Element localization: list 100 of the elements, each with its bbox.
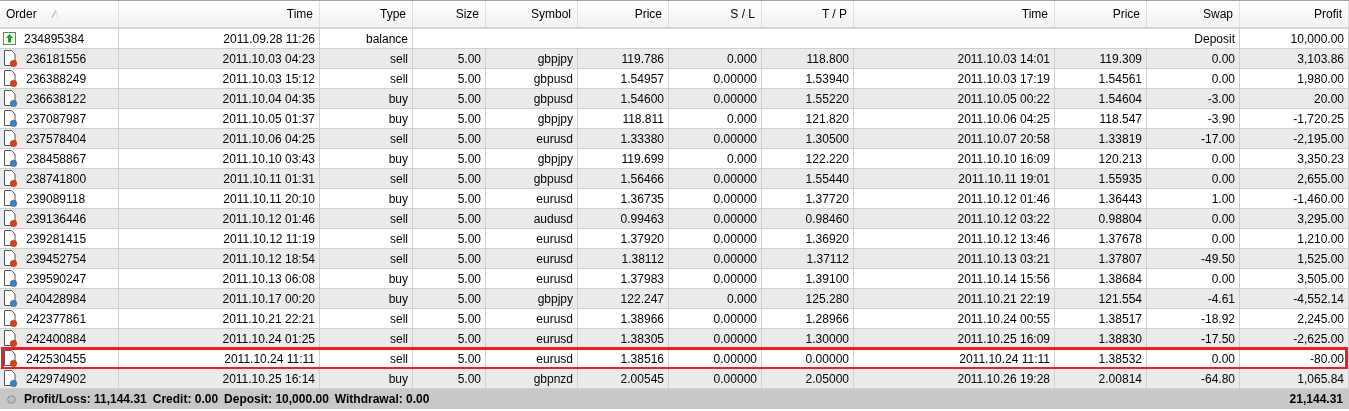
- summary-text: Withdrawal: 0.00: [334, 392, 430, 406]
- table-cell: sell: [320, 169, 413, 188]
- table-cell: 0.00: [1147, 49, 1240, 68]
- table-cell: 2011.10.04 04:35: [119, 89, 320, 108]
- order-number: 239136446: [26, 211, 87, 226]
- table-cell: sell: [320, 229, 413, 248]
- table-cell: 2011.10.13 03:21: [854, 249, 1055, 268]
- table-cell: eurusd: [486, 249, 578, 268]
- summary-text: Deposit: 10,000.00: [224, 392, 329, 406]
- column-header[interactable]: Price: [578, 1, 669, 27]
- column-header[interactable]: Price: [1055, 1, 1147, 27]
- table-cell: 2011.10.21 22:19: [854, 289, 1055, 308]
- table-cell: 1.36735: [578, 189, 669, 208]
- table-cell: sell: [320, 249, 413, 268]
- table-cell: gbpjpy: [486, 289, 578, 308]
- table-cell: 5.00: [413, 329, 486, 348]
- table-cell: buy: [320, 149, 413, 168]
- table-cell: gbpnzd: [486, 369, 578, 388]
- table-cell: 2011.10.24 11:11: [854, 349, 1055, 368]
- order-number: 239281415: [26, 231, 87, 246]
- table-cell: 0.000: [669, 149, 762, 168]
- table-cell: buy: [320, 89, 413, 108]
- table-cell: 0.000: [669, 49, 762, 68]
- table-cell: 2.00545: [578, 369, 669, 388]
- table-cell: -80.00: [1240, 349, 1349, 368]
- table-cell: 2011.10.13 06:08: [119, 269, 320, 288]
- table-cell: 0.00: [1147, 149, 1240, 168]
- table-cell: 5.00: [413, 149, 486, 168]
- table-cell: 1.33380: [578, 129, 669, 148]
- column-header[interactable]: T / P: [762, 1, 854, 27]
- order-number: 242974902: [26, 371, 87, 386]
- table-cell: 0.00: [1147, 69, 1240, 88]
- table-cell: 119.786: [578, 49, 669, 68]
- table-cell: sell: [320, 309, 413, 328]
- column-header[interactable]: Size: [413, 1, 486, 27]
- table-cell: 122.220: [762, 149, 854, 168]
- table-cell: sell: [320, 349, 413, 368]
- order-number: 237578404: [26, 131, 87, 146]
- table-cell: 2011.10.07 20:58: [854, 129, 1055, 148]
- table-cell: 0.99463: [578, 209, 669, 228]
- table-cell: 3,103.86: [1240, 49, 1349, 68]
- table-cell: 1.38112: [578, 249, 669, 268]
- order-number: 242377861: [26, 311, 87, 326]
- table-cell: 0.00000: [669, 209, 762, 228]
- table-cell: 2011.10.26 19:28: [854, 369, 1055, 388]
- table-cell: -18.92: [1147, 309, 1240, 328]
- column-header[interactable]: Profit: [1240, 1, 1349, 27]
- table-cell: 2011.10.21 22:21: [119, 309, 320, 328]
- table-cell: 5.00: [413, 249, 486, 268]
- column-header[interactable]: Swap: [1147, 1, 1240, 27]
- table-cell: 5.00: [413, 109, 486, 128]
- table-cell: -3.90: [1147, 109, 1240, 128]
- table-cell: 1.56466: [578, 169, 669, 188]
- table-cell: 1,980.00: [1240, 69, 1349, 88]
- table-cell: 1.37678: [1055, 229, 1147, 248]
- table-cell: 0.00000: [669, 89, 762, 108]
- order-number: 237087987: [26, 111, 87, 126]
- order-number: 242400884: [26, 331, 87, 346]
- table-cell: 1,065.84: [1240, 369, 1349, 388]
- table-cell: 2011.10.11 20:10: [119, 189, 320, 208]
- table-cell: 2011.10.03 14:01: [854, 49, 1055, 68]
- order-number: 238458867: [26, 151, 87, 166]
- column-header[interactable]: Type: [320, 1, 413, 27]
- table-cell: 2011.10.06 04:25: [119, 129, 320, 148]
- order-number: 239452754: [26, 251, 87, 266]
- table-cell: -64.80: [1147, 369, 1240, 388]
- table-cell: Deposit: [413, 29, 1240, 48]
- order-number: 236388249: [26, 71, 87, 86]
- column-header[interactable]: S / L: [669, 1, 762, 27]
- order-number: 236638122: [26, 91, 87, 106]
- table-cell: 1.28966: [762, 309, 854, 328]
- table-cell: buy: [320, 369, 413, 388]
- table-cell: 5.00: [413, 349, 486, 368]
- table-cell: 0.00000: [669, 309, 762, 328]
- table-cell: gbpjpy: [486, 109, 578, 128]
- table-cell: 119.309: [1055, 49, 1147, 68]
- column-header[interactable]: Symbol: [486, 1, 578, 27]
- table-cell: 0.98804: [1055, 209, 1147, 228]
- table-cell: gbpjpy: [486, 49, 578, 68]
- table-cell: 0.00000: [669, 269, 762, 288]
- total-profit: 21,144.31: [1289, 392, 1344, 406]
- table-cell: 2011.10.11 19:01: [854, 169, 1055, 188]
- column-header[interactable]: Time: [119, 1, 320, 27]
- table-cell: 1.37807: [1055, 249, 1147, 268]
- table-cell: 121.554: [1055, 289, 1147, 308]
- table-cell: audusd: [486, 209, 578, 228]
- table-cell: 5.00: [413, 129, 486, 148]
- table-cell: 0.00000: [669, 349, 762, 368]
- table-cell: 2011.10.11 01:31: [119, 169, 320, 188]
- table-cell: 0.00000: [669, 249, 762, 268]
- table-cell: -2,195.00: [1240, 129, 1349, 148]
- order-number: 239590247: [26, 271, 87, 286]
- column-header[interactable]: Order: [0, 1, 119, 27]
- table-cell: 122.247: [578, 289, 669, 308]
- column-header[interactable]: Time: [854, 1, 1055, 27]
- table-cell: 118.811: [578, 109, 669, 128]
- table-cell: eurusd: [486, 129, 578, 148]
- table-cell: buy: [320, 289, 413, 308]
- table-cell: -1,720.25: [1240, 109, 1349, 128]
- table-cell: 0.000: [669, 109, 762, 128]
